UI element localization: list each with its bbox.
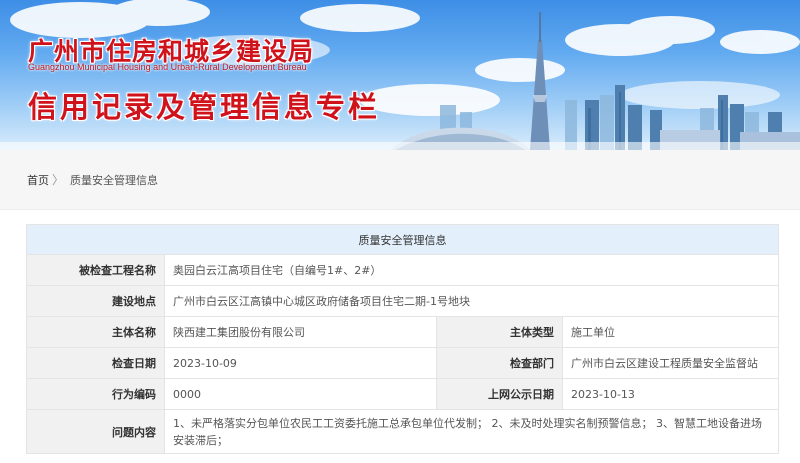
site-subtitle: Guangzhou Municipal Housing and Urban-Ru… <box>28 62 307 72</box>
publish-date-label: 上网公示日期 <box>436 378 563 410</box>
construction-site-value: 广州市白云区江高镇中心城区政府储备项目住宅二期-1号地块 <box>164 285 779 317</box>
entity-name-label: 主体名称 <box>26 316 165 348</box>
inspection-date-label: 检查日期 <box>26 347 165 379</box>
behavior-code-label: 行为编码 <box>26 378 165 410</box>
content-area: 质量安全管理信息 被检查工程名称 奥园白云江高项目住宅（自编号1#、2#） 建设… <box>0 210 800 463</box>
entity-type-value: 施工单位 <box>562 316 779 348</box>
inspection-date-value: 2023-10-09 <box>164 347 437 379</box>
table-row: 被检查工程名称 奥园白云江高项目住宅（自编号1#、2#） <box>26 254 779 286</box>
table-row: 行为编码 0000 上网公示日期 2023-10-13 <box>26 378 779 410</box>
issues-value: 1、未严格落实分包单位农民工工资委托施工总承包单位代发制； 2、未及时处理实名制… <box>164 409 779 454</box>
chevron-right-icon: 〉 <box>52 173 65 187</box>
header-banner: 广州市住房和城乡建设局 Guangzhou Municipal Housing … <box>0 0 800 150</box>
breadcrumb: 首页 〉 质量安全管理信息 <box>0 150 800 210</box>
table-header-row: 质量安全管理信息 <box>26 224 779 255</box>
table-row: 检查日期 2023-10-09 检查部门 广州市白云区建设工程质量安全监督站 <box>26 347 779 379</box>
project-name-label: 被检查工程名称 <box>26 254 165 286</box>
city-skyline-illustration <box>0 0 800 150</box>
behavior-code-value: 0000 <box>164 378 437 410</box>
table-row: 问题内容 1、未严格落实分包单位农民工工资委托施工总承包单位代发制； 2、未及时… <box>26 409 779 454</box>
table-title: 质量安全管理信息 <box>26 224 779 255</box>
construction-site-label: 建设地点 <box>26 285 165 317</box>
entity-type-label: 主体类型 <box>436 316 563 348</box>
table-row: 主体名称 陕西建工集团股份有限公司 主体类型 施工单位 <box>26 316 779 348</box>
breadcrumb-current: 质量安全管理信息 <box>70 174 158 187</box>
entity-name-value: 陕西建工集团股份有限公司 <box>164 316 437 348</box>
publish-date-value: 2023-10-13 <box>562 378 779 410</box>
column-title: 信用记录及管理信息专栏 <box>28 90 381 124</box>
table-row: 建设地点 广州市白云区江高镇中心城区政府储备项目住宅二期-1号地块 <box>26 285 779 317</box>
breadcrumb-home-link[interactable]: 首页 <box>27 172 49 188</box>
project-name-value: 奥园白云江高项目住宅（自编号1#、2#） <box>164 254 779 286</box>
quality-safety-info-table: 质量安全管理信息 被检查工程名称 奥园白云江高项目住宅（自编号1#、2#） 建设… <box>26 224 779 454</box>
inspection-dept-value: 广州市白云区建设工程质量安全监督站 <box>562 347 779 379</box>
issues-label: 问题内容 <box>26 409 165 454</box>
inspection-dept-label: 检查部门 <box>436 347 563 379</box>
